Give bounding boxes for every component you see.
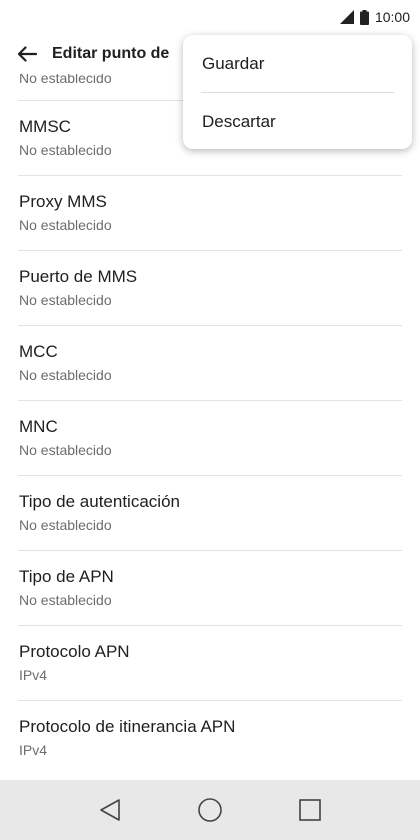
setting-value: No establecido (19, 217, 112, 233)
setting-row[interactable]: Puerto de MMS No establecido (18, 250, 402, 325)
back-arrow-icon (17, 46, 37, 62)
setting-title: Proxy MMS (19, 192, 107, 211)
setting-row[interactable]: MNC No establecido (18, 400, 402, 475)
setting-title: Protocolo APN (19, 642, 130, 661)
setting-row[interactable]: Tipo de autenticación No establecido (18, 475, 402, 550)
setting-row[interactable]: Tipo de APN No establecido (18, 550, 402, 625)
triangle-back-icon (100, 799, 120, 821)
setting-value: No establecido (19, 292, 112, 308)
square-recents-icon (299, 799, 321, 821)
setting-title: Tipo de APN (19, 567, 114, 586)
setting-value: No establecido (19, 592, 112, 608)
save-menu-item[interactable]: Guardar (183, 35, 412, 92)
nav-home-button[interactable] (190, 790, 230, 830)
settings-list[interactable]: No establecido MMSC No establecido Proxy M… (0, 74, 420, 780)
status-time: 10:00 (374, 9, 410, 25)
discard-menu-item[interactable]: Descartar (183, 93, 412, 150)
setting-title: MCC (19, 342, 58, 361)
battery-icon (359, 9, 369, 25)
back-button[interactable] (14, 41, 40, 67)
setting-value: IPv4 (19, 742, 48, 758)
nav-back-button[interactable] (90, 790, 130, 830)
setting-row[interactable]: Protocolo de itinerancia APN IPv4 (18, 700, 402, 775)
signal-icon (339, 10, 354, 24)
setting-value: No establecido (19, 442, 112, 458)
setting-row[interactable]: Proxy MMS No establecido (18, 175, 402, 250)
navigation-bar (0, 780, 420, 840)
partial-row-subtitle: No establecido (19, 74, 112, 86)
setting-row[interactable]: MCC No establecido (18, 325, 402, 400)
setting-value: IPv4 (19, 667, 48, 683)
setting-value: No establecido (19, 367, 112, 383)
status-bar: 10:00 (0, 0, 420, 34)
setting-title: Puerto de MMS (19, 267, 138, 286)
nav-recents-button[interactable] (290, 790, 330, 830)
setting-title: Protocolo de itinerancia APN (19, 717, 236, 736)
setting-title: MNC (19, 417, 58, 436)
overflow-menu: Guardar Descartar (183, 35, 412, 149)
circle-home-icon (198, 798, 222, 822)
setting-row[interactable]: Protocolo APN IPv4 (18, 625, 402, 700)
setting-value: No establecido (19, 517, 112, 533)
page-title: Editar punto de (52, 45, 170, 62)
setting-title: Tipo de autenticación (19, 492, 180, 511)
